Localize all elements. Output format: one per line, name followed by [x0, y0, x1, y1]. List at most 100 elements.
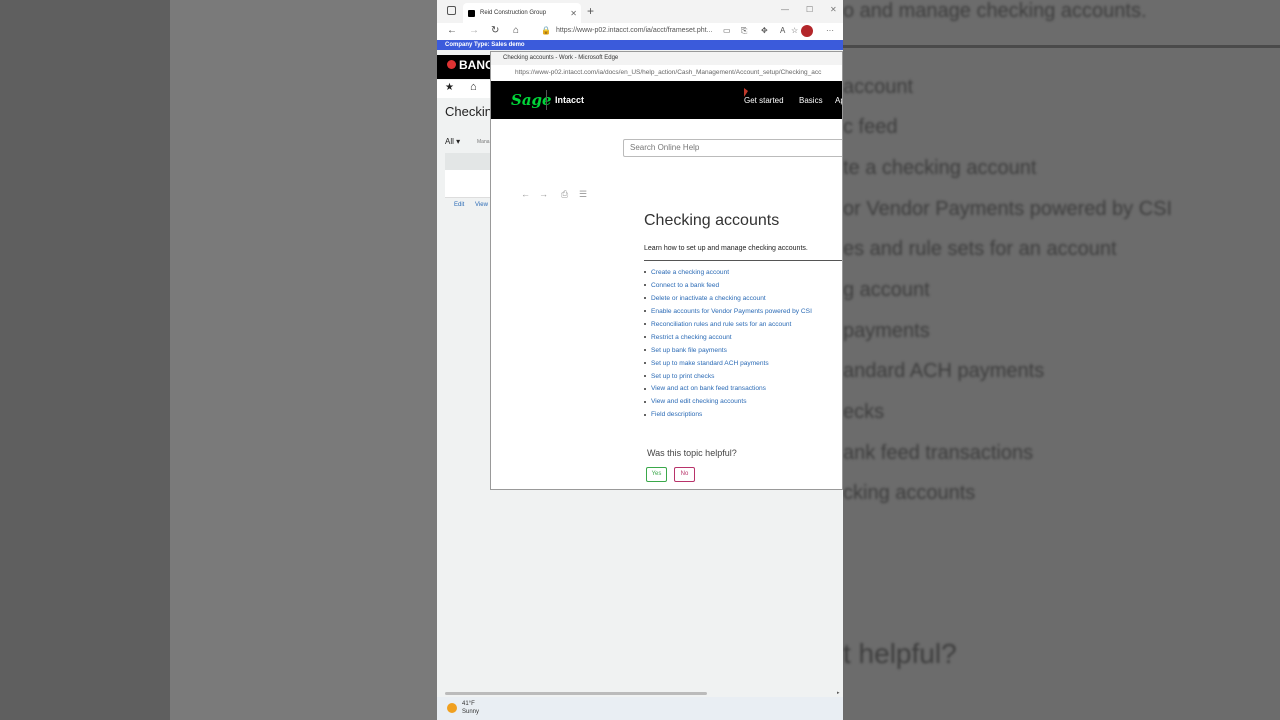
- topic-link-text[interactable]: Restrict a checking account: [651, 334, 732, 341]
- background-left: [0, 0, 437, 720]
- forward-arrow-icon[interactable]: →: [539, 189, 548, 199]
- close-window-icon[interactable]: ✕: [830, 5, 837, 14]
- background-text-line: payments: [843, 320, 930, 342]
- bullet-icon: [644, 271, 646, 274]
- horizontal-scrollbar[interactable]: [445, 692, 707, 695]
- bullet-icon: [644, 297, 646, 300]
- more-menu-icon[interactable]: ···: [826, 26, 834, 35]
- edit-link[interactable]: Edit: [454, 202, 464, 208]
- topic-link[interactable]: Set up to make standard ACH payments: [644, 360, 812, 373]
- background-left-panel: [170, 0, 437, 720]
- bullet-icon: [644, 387, 646, 390]
- maximize-icon[interactable]: ☐: [806, 5, 813, 14]
- refresh-icon[interactable]: ↻: [491, 25, 499, 36]
- topic-link[interactable]: Create a checking account: [644, 269, 812, 282]
- bullet-icon: [644, 348, 646, 351]
- mouse-cursor-icon: [744, 88, 748, 97]
- extensions-icon[interactable]: ✥: [761, 26, 768, 35]
- nav-basics[interactable]: Basics: [799, 96, 823, 105]
- background-text-line: cking accounts: [843, 482, 976, 504]
- nav-applications[interactable]: Ap: [835, 96, 842, 105]
- background-right: o and manage checking accounts. account …: [843, 0, 1280, 720]
- tab-title: Reid Construction Group: [480, 10, 547, 16]
- background-text-line: g account: [843, 279, 930, 301]
- topic-link-text[interactable]: Field descriptions: [651, 411, 702, 418]
- background-text-line: ecks: [843, 401, 885, 423]
- background-right-rule: [843, 45, 1280, 48]
- topic-link-text[interactable]: View and edit checking accounts: [651, 398, 747, 405]
- page-title: Checkin: [445, 104, 492, 119]
- background-text-line: c feed: [843, 116, 898, 138]
- topic-link-text[interactable]: Connect to a bank feed: [651, 282, 719, 289]
- topic-link-text[interactable]: Enable accounts for Vendor Payments powe…: [651, 308, 812, 315]
- back-icon[interactable]: ←: [447, 25, 457, 36]
- topic-link-text[interactable]: Create a checking account: [651, 269, 729, 276]
- topic-link-text[interactable]: Reconciliation rules and rule sets for a…: [651, 321, 791, 328]
- forward-icon[interactable]: →: [469, 25, 479, 36]
- company-logo-icon: [447, 60, 456, 69]
- help-heading: Checking accounts: [644, 212, 780, 229]
- help-lead-text: Learn how to set up and manage checking …: [644, 245, 808, 252]
- topic-link-text[interactable]: Set up to make standard ACH payments: [651, 360, 769, 367]
- topic-link[interactable]: View and act on bank feed transactions: [644, 385, 812, 398]
- favicon-icon: [468, 9, 475, 17]
- background-text-line: t helpful?: [843, 638, 957, 669]
- topic-link[interactable]: Set up bank file payments: [644, 347, 812, 360]
- lock-icon: 🔒: [541, 26, 551, 35]
- background-text-line: es and rule sets for an account: [843, 238, 1117, 260]
- topic-link-text[interactable]: Set up bank file payments: [651, 347, 727, 354]
- background-text-line: account: [843, 76, 914, 98]
- help-window-title: Checking accounts - Work - Microsoft Edg…: [491, 52, 842, 65]
- bullet-icon: [644, 400, 646, 403]
- nav-get-started[interactable]: Get started: [744, 96, 784, 105]
- weather-condition[interactable]: Sunny: [462, 709, 479, 715]
- bullet-icon: [644, 284, 646, 287]
- tab-actions-icon[interactable]: [447, 6, 456, 15]
- bullet-icon: [644, 413, 646, 416]
- topic-link[interactable]: Enable accounts for Vendor Payments powe…: [644, 308, 812, 321]
- toc-list-icon[interactable]: ☰: [579, 189, 587, 200]
- topic-link[interactable]: Reconciliation rules and rule sets for a…: [644, 321, 812, 334]
- company-type-bar: Company Type: Sales demo: [437, 40, 843, 50]
- bullet-icon: [644, 335, 646, 338]
- minimize-icon[interactable]: —: [781, 5, 789, 14]
- view-link[interactable]: View: [475, 202, 488, 208]
- topic-link[interactable]: Connect to a bank feed: [644, 282, 812, 295]
- topic-link-text[interactable]: Set up to print checks: [651, 373, 714, 380]
- scroll-right-arrow-icon[interactable]: ▸: [837, 690, 840, 696]
- search-input[interactable]: Search Online Help: [623, 139, 842, 157]
- topic-link[interactable]: View and edit checking accounts: [644, 398, 812, 411]
- help-url-field[interactable]: https://www-p02.intacct.com/ia/docs/en_U…: [491, 65, 842, 80]
- background-text-line: ank feed transactions: [843, 442, 1034, 464]
- manage-link[interactable]: Mana: [477, 139, 490, 145]
- print-icon[interactable]: ⎙: [561, 189, 568, 200]
- weather-temperature[interactable]: 41°F: [462, 701, 475, 707]
- favorites-icon[interactable]: ☆: [791, 26, 798, 35]
- yes-button[interactable]: Yes: [646, 467, 667, 482]
- topic-link-text[interactable]: View and act on bank feed transactions: [651, 385, 766, 392]
- profile-avatar[interactable]: [801, 25, 813, 37]
- back-arrow-icon[interactable]: ←: [521, 189, 530, 199]
- topic-link[interactable]: Restrict a checking account: [644, 334, 812, 347]
- topic-link[interactable]: Delete or inactivate a checking account: [644, 295, 812, 308]
- app-home-icon[interactable]: ⌂: [470, 81, 477, 93]
- text-size-icon[interactable]: A: [780, 26, 785, 35]
- read-aloud-icon[interactable]: ⎘: [741, 26, 747, 36]
- topic-link[interactable]: Field descriptions: [644, 411, 812, 424]
- no-button[interactable]: No: [674, 467, 695, 482]
- topic-link-list: Create a checking account Connect to a b…: [644, 269, 812, 424]
- home-icon[interactable]: ⌂: [513, 25, 519, 36]
- app-available-icon[interactable]: ▭: [723, 26, 731, 35]
- topic-link-text[interactable]: Delete or inactivate a checking account: [651, 295, 766, 302]
- bullet-icon: [644, 361, 646, 364]
- favorites-star-icon[interactable]: ★: [445, 82, 454, 93]
- view-filter-dropdown[interactable]: All ▾: [445, 137, 460, 146]
- url-field[interactable]: https://www-p02.intacct.com/ia/acct/fram…: [556, 27, 712, 34]
- bullet-icon: [644, 374, 646, 377]
- tab-close-icon[interactable]: ✕: [570, 9, 577, 18]
- product-name: Intacct: [555, 95, 585, 105]
- topic-link[interactable]: Set up to print checks: [644, 373, 812, 386]
- browser-tab[interactable]: Reid Construction Group ✕: [463, 3, 581, 23]
- new-tab-icon[interactable]: +: [587, 4, 594, 18]
- weather-sun-icon[interactable]: [447, 703, 457, 713]
